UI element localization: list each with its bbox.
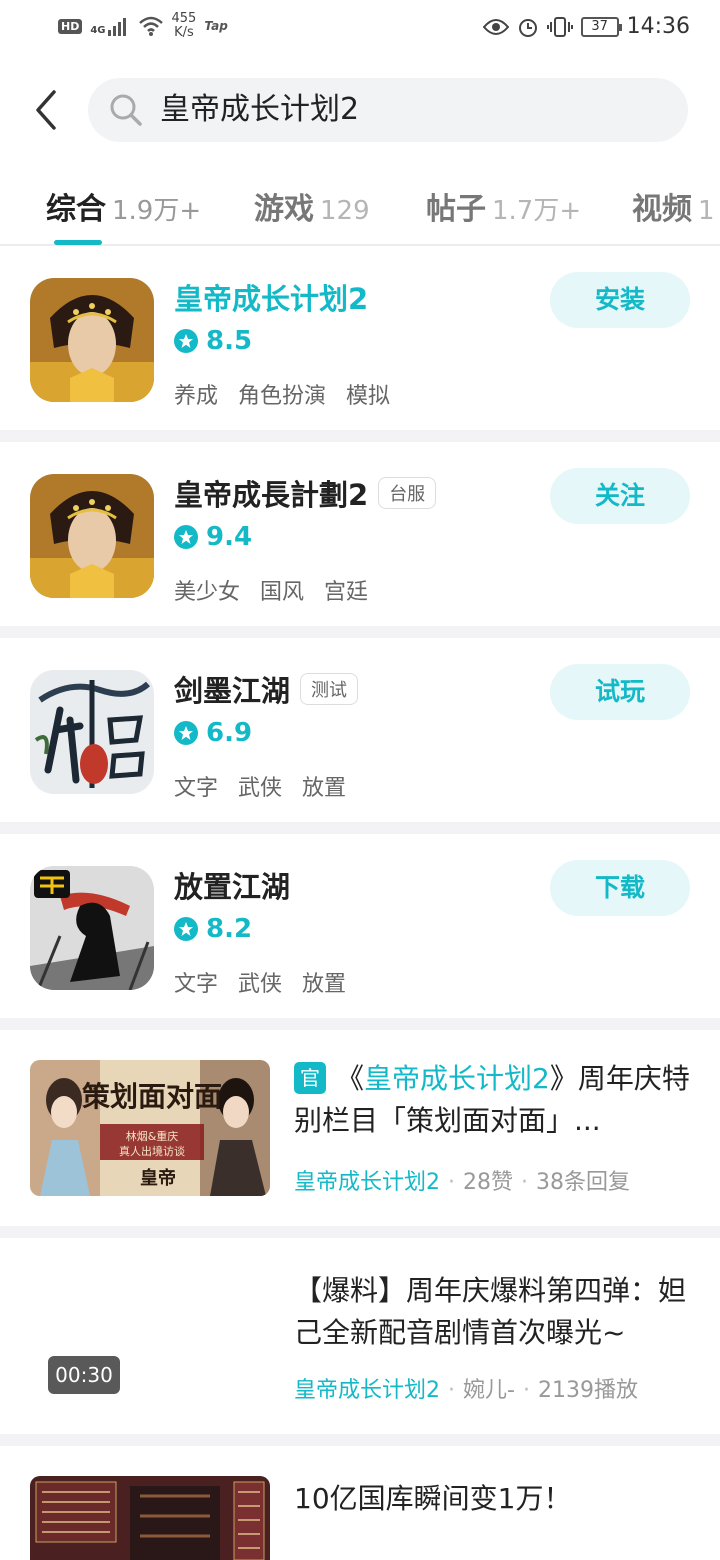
net-speed: 455 K/s <box>171 11 197 40</box>
game-tags: 文字 武侠 放置 <box>174 972 347 997</box>
svg-text:林烟&重庆: 林烟&重庆 <box>126 1129 179 1143</box>
video-duration: 00:30 <box>48 1356 120 1394</box>
battery-icon: 37 <box>580 16 622 37</box>
status-right: 37 14:36 <box>482 14 690 39</box>
eye-icon <box>482 18 509 35</box>
game-rating: 6.9 <box>174 718 252 748</box>
game-rating: 9.4 <box>174 522 252 552</box>
game-title: 剑墨江湖 测试 <box>174 668 359 710</box>
game-tags: 美少女 国风 宫廷 <box>174 580 369 605</box>
game-result-item[interactable]: 放置江湖 8.2 文字 武侠 放置 下载 <box>0 834 720 1020</box>
author-name[interactable]: 婉儿- <box>463 1378 515 1403</box>
star-icon <box>174 329 198 353</box>
likes-count: 28赞 <box>463 1170 513 1195</box>
post-title: 【爆料】周年庆爆料第四弹：妲己全新配音剧情首次曝光~ <box>294 1274 687 1349</box>
game-result-item[interactable]: 皇帝成长计划2 8.5 养成 角色扮演 模拟 安装 <box>0 246 720 432</box>
post-meta: 皇帝成长计划2 · 婉儿- · 2139播放 <box>294 1378 638 1403</box>
game-title: 皇帝成長計劃2 台服 <box>174 472 437 514</box>
download-button[interactable]: 下载 <box>550 860 690 916</box>
game-icon <box>30 474 154 598</box>
video-item[interactable]: 00:30 【爆料】周年庆爆料第四弹：妲己全新配音剧情首次曝光~ 皇帝成长计划2… <box>0 1238 720 1434</box>
post-item[interactable]: 策划面对面 林烟&重庆 真人出境访谈 皇帝 官《皇帝成长计划2》周年庆特别栏目「… <box>0 1030 720 1226</box>
game-icon <box>30 670 154 794</box>
chevron-left-icon <box>36 90 56 130</box>
game-title: 放置江湖 <box>174 870 291 904</box>
post-thumbnail <box>30 1476 270 1560</box>
search-box[interactable]: 皇帝成长计划2 <box>88 78 688 142</box>
star-icon <box>174 525 198 549</box>
category-tabs: 综合 1.9万+ 游戏 129 帖子 1.7万+ 视频 1 <box>0 172 720 246</box>
server-badge: 台服 <box>378 477 437 509</box>
svg-text:皇帝: 皇帝 <box>140 1167 176 1189</box>
replies-count: 38条回复 <box>536 1170 630 1195</box>
divider <box>0 1226 720 1238</box>
divider <box>0 1018 720 1030</box>
wifi-icon <box>138 16 163 36</box>
divider <box>0 822 720 834</box>
clock: 14:36 <box>626 14 690 39</box>
hd-indicator: HD <box>58 18 83 34</box>
divider <box>0 1434 720 1446</box>
tab-indicator <box>54 240 102 245</box>
play-count: 2139播放 <box>537 1378 638 1403</box>
post-thumbnail: 策划面对面 林烟&重庆 真人出境访谈 皇帝 <box>30 1060 270 1196</box>
post-meta: 皇帝成长计划2 · 28赞 · 38条回复 <box>294 1170 630 1195</box>
post-game-link[interactable]: 皇帝成长计划2 <box>294 1378 440 1403</box>
divider <box>0 626 720 638</box>
try-play-button[interactable]: 试玩 <box>550 664 690 720</box>
follow-button[interactable]: 关注 <box>550 468 690 524</box>
game-tags: 养成 角色扮演 模拟 <box>174 384 391 409</box>
game-icon <box>30 866 154 990</box>
tab-posts[interactable]: 帖子 1.7万+ <box>426 184 581 228</box>
official-badge: 官 <box>294 1062 326 1094</box>
tab-all[interactable]: 综合 1.9万+ <box>46 184 201 228</box>
tab-videos[interactable]: 视频 1 <box>632 184 715 228</box>
post-item[interactable]: 10亿国库瞬间变1万！ <box>0 1446 720 1560</box>
status-left: HD 4G 455 K/s Tap <box>58 12 228 40</box>
divider <box>0 430 720 442</box>
star-icon <box>174 917 198 941</box>
star-icon <box>174 721 198 745</box>
game-rating: 8.5 <box>174 326 252 356</box>
tab-games[interactable]: 游戏 129 <box>254 184 370 228</box>
post-title: 官《皇帝成长计划2》周年庆特别栏目「策划面对面」... <box>294 1062 690 1137</box>
game-result-item[interactable]: 剑墨江湖 测试 6.9 文字 武侠 放置 试玩 <box>0 638 720 824</box>
network-indicator: 4G <box>90 16 129 36</box>
game-result-item[interactable]: 皇帝成長計劃2 台服 9.4 美少女 国风 宫廷 关注 <box>0 442 720 628</box>
post-title: 10亿国库瞬间变1万！ <box>294 1482 572 1515</box>
status-bar: HD 4G 455 K/s Tap 37 14:36 <box>0 0 720 56</box>
game-rating: 8.2 <box>174 914 252 944</box>
vibrate-icon <box>546 16 573 37</box>
install-button[interactable]: 安装 <box>550 272 690 328</box>
game-tags: 文字 武侠 放置 <box>174 776 347 801</box>
search-icon <box>110 94 142 126</box>
back-button[interactable] <box>28 86 68 134</box>
test-badge: 测试 <box>300 673 359 705</box>
svg-text:真人出境访谈: 真人出境访谈 <box>119 1144 185 1158</box>
alarm-icon <box>518 18 537 37</box>
post-game-link[interactable]: 皇帝成长计划2 <box>294 1170 440 1195</box>
game-title: 皇帝成长计划2 <box>174 282 369 316</box>
signal-icon <box>107 18 126 36</box>
thumb-title: 策划面对面 <box>82 1080 222 1113</box>
tap-indicator: Tap <box>204 19 228 33</box>
search-query: 皇帝成长计划2 <box>160 92 360 127</box>
game-icon <box>30 278 154 402</box>
